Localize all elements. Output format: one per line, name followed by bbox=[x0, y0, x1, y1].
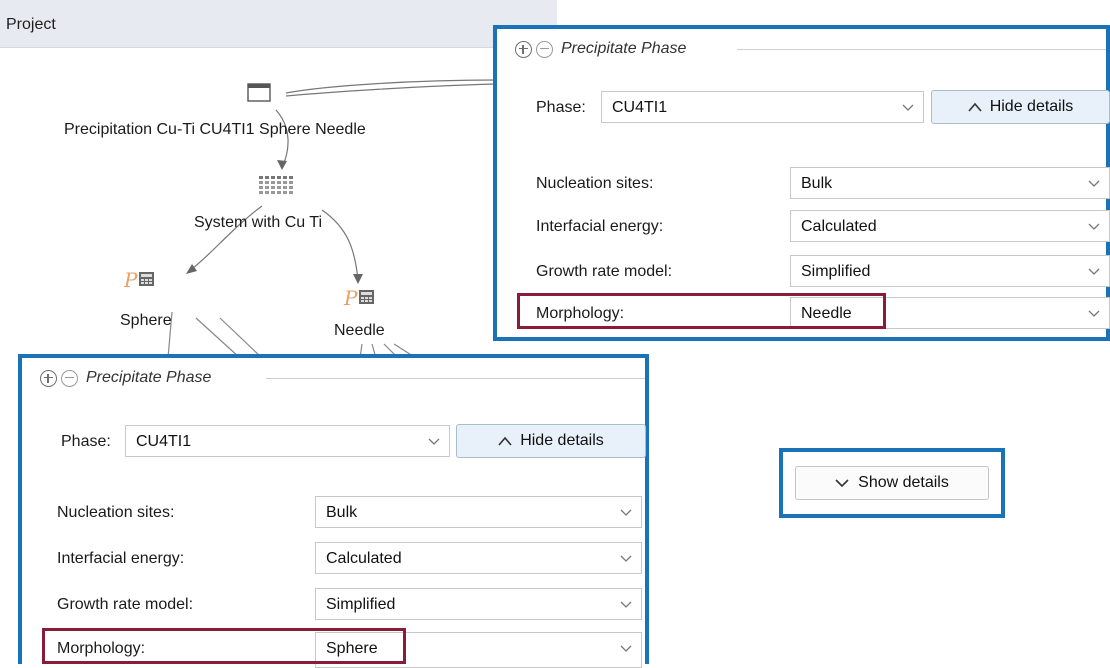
expand-plus-icon[interactable] bbox=[40, 369, 57, 387]
morphology-value: Needle bbox=[801, 305, 852, 322]
nucleation-sites-label: Nucleation sites: bbox=[536, 175, 654, 192]
chevron-up-icon bbox=[498, 436, 512, 446]
show-details-button[interactable]: Show details bbox=[795, 466, 989, 500]
growth-rate-model-select[interactable]: Simplified bbox=[790, 255, 1110, 287]
interfacial-energy-label: Interfacial energy: bbox=[536, 218, 664, 235]
interfacial-energy-select[interactable]: Calculated bbox=[315, 542, 642, 574]
morphology-label: Morphology: bbox=[536, 305, 625, 322]
chevron-down-icon bbox=[1088, 268, 1100, 275]
growth-rate-model-value: Simplified bbox=[801, 263, 871, 280]
chevron-down-icon bbox=[1088, 180, 1100, 187]
panel-header: Precipitate Phase bbox=[515, 37, 686, 61]
nucleation-sites-label: Nucleation sites: bbox=[57, 504, 175, 521]
tree-node-sphere-label[interactable]: Sphere bbox=[120, 312, 172, 330]
chevron-down-icon bbox=[1088, 223, 1100, 230]
show-details-label: Show details bbox=[858, 474, 949, 491]
phase-value: CU4TI1 bbox=[136, 433, 192, 450]
window-icon[interactable] bbox=[247, 83, 271, 102]
hide-details-button[interactable]: Hide details bbox=[456, 424, 646, 458]
svg-text:P: P bbox=[123, 268, 138, 292]
chevron-down-icon bbox=[620, 601, 632, 608]
collapse-minus-icon[interactable] bbox=[61, 369, 78, 387]
tree-node-system-label[interactable]: System with Cu Ti bbox=[194, 214, 322, 232]
precipitate-phase-panel-sphere: Precipitate Phase Phase: CU4TI1 Hide det… bbox=[18, 354, 649, 668]
svg-text:P: P bbox=[343, 286, 358, 310]
panel-header: Precipitate Phase bbox=[40, 366, 211, 390]
interfacial-energy-value: Calculated bbox=[326, 550, 402, 567]
chevron-down-icon bbox=[1088, 310, 1100, 317]
panel-title: Precipitate Phase bbox=[561, 40, 687, 57]
interfacial-energy-value: Calculated bbox=[801, 218, 877, 235]
growth-rate-model-label: Growth rate model: bbox=[536, 263, 673, 280]
nucleation-sites-select[interactable]: Bulk bbox=[315, 496, 642, 528]
nucleation-sites-select[interactable]: Bulk bbox=[790, 167, 1110, 199]
hide-details-button[interactable]: Hide details bbox=[931, 90, 1110, 124]
phase-select[interactable]: CU4TI1 bbox=[601, 91, 924, 123]
tree-node-root-label[interactable]: Precipitation Cu-Ti CU4TI1 Sphere Needle bbox=[64, 121, 366, 139]
interfacial-energy-select[interactable]: Calculated bbox=[790, 210, 1110, 242]
morphology-select[interactable]: Sphere bbox=[315, 632, 642, 668]
chevron-up-icon bbox=[968, 102, 982, 112]
panel-title: Precipitate Phase bbox=[86, 369, 212, 386]
hide-details-label: Hide details bbox=[520, 432, 604, 449]
group-divider bbox=[737, 49, 1106, 50]
phase-select[interactable]: CU4TI1 bbox=[125, 425, 450, 457]
collapse-minus-icon[interactable] bbox=[536, 40, 553, 58]
precipitate-phase-panel-needle: Precipitate Phase Phase: CU4TI1 Hide det… bbox=[493, 25, 1110, 341]
expand-plus-icon[interactable] bbox=[515, 40, 532, 58]
show-details-frame: Show details bbox=[779, 448, 1005, 518]
morphology-value: Sphere bbox=[326, 640, 378, 657]
growth-rate-model-label: Growth rate model: bbox=[57, 596, 194, 613]
chevron-down-icon bbox=[620, 509, 632, 516]
chevron-down-icon bbox=[428, 438, 440, 445]
morphology-label: Morphology: bbox=[57, 640, 146, 657]
precipitation-calculator-icon[interactable]: P bbox=[343, 286, 374, 310]
growth-rate-model-select[interactable]: Simplified bbox=[315, 588, 642, 620]
growth-rate-model-value: Simplified bbox=[326, 596, 396, 613]
phase-value: CU4TI1 bbox=[612, 99, 668, 116]
interfacial-energy-label: Interfacial energy: bbox=[57, 550, 185, 567]
precipitation-calculator-icon[interactable]: P bbox=[123, 268, 154, 292]
nucleation-sites-value: Bulk bbox=[326, 504, 358, 521]
chevron-down-icon bbox=[620, 555, 632, 562]
group-divider bbox=[266, 378, 645, 379]
system-grid-icon[interactable] bbox=[259, 176, 293, 194]
chevron-down-icon bbox=[902, 104, 914, 111]
chevron-down-icon bbox=[835, 479, 849, 488]
phase-label: Phase: bbox=[536, 99, 586, 116]
phase-label: Phase: bbox=[61, 433, 111, 450]
nucleation-sites-value: Bulk bbox=[801, 175, 833, 192]
chevron-down-icon bbox=[620, 645, 632, 652]
hide-details-label: Hide details bbox=[989, 98, 1074, 115]
morphology-select[interactable]: Needle bbox=[790, 297, 1110, 329]
tree-node-needle-label[interactable]: Needle bbox=[334, 322, 385, 340]
